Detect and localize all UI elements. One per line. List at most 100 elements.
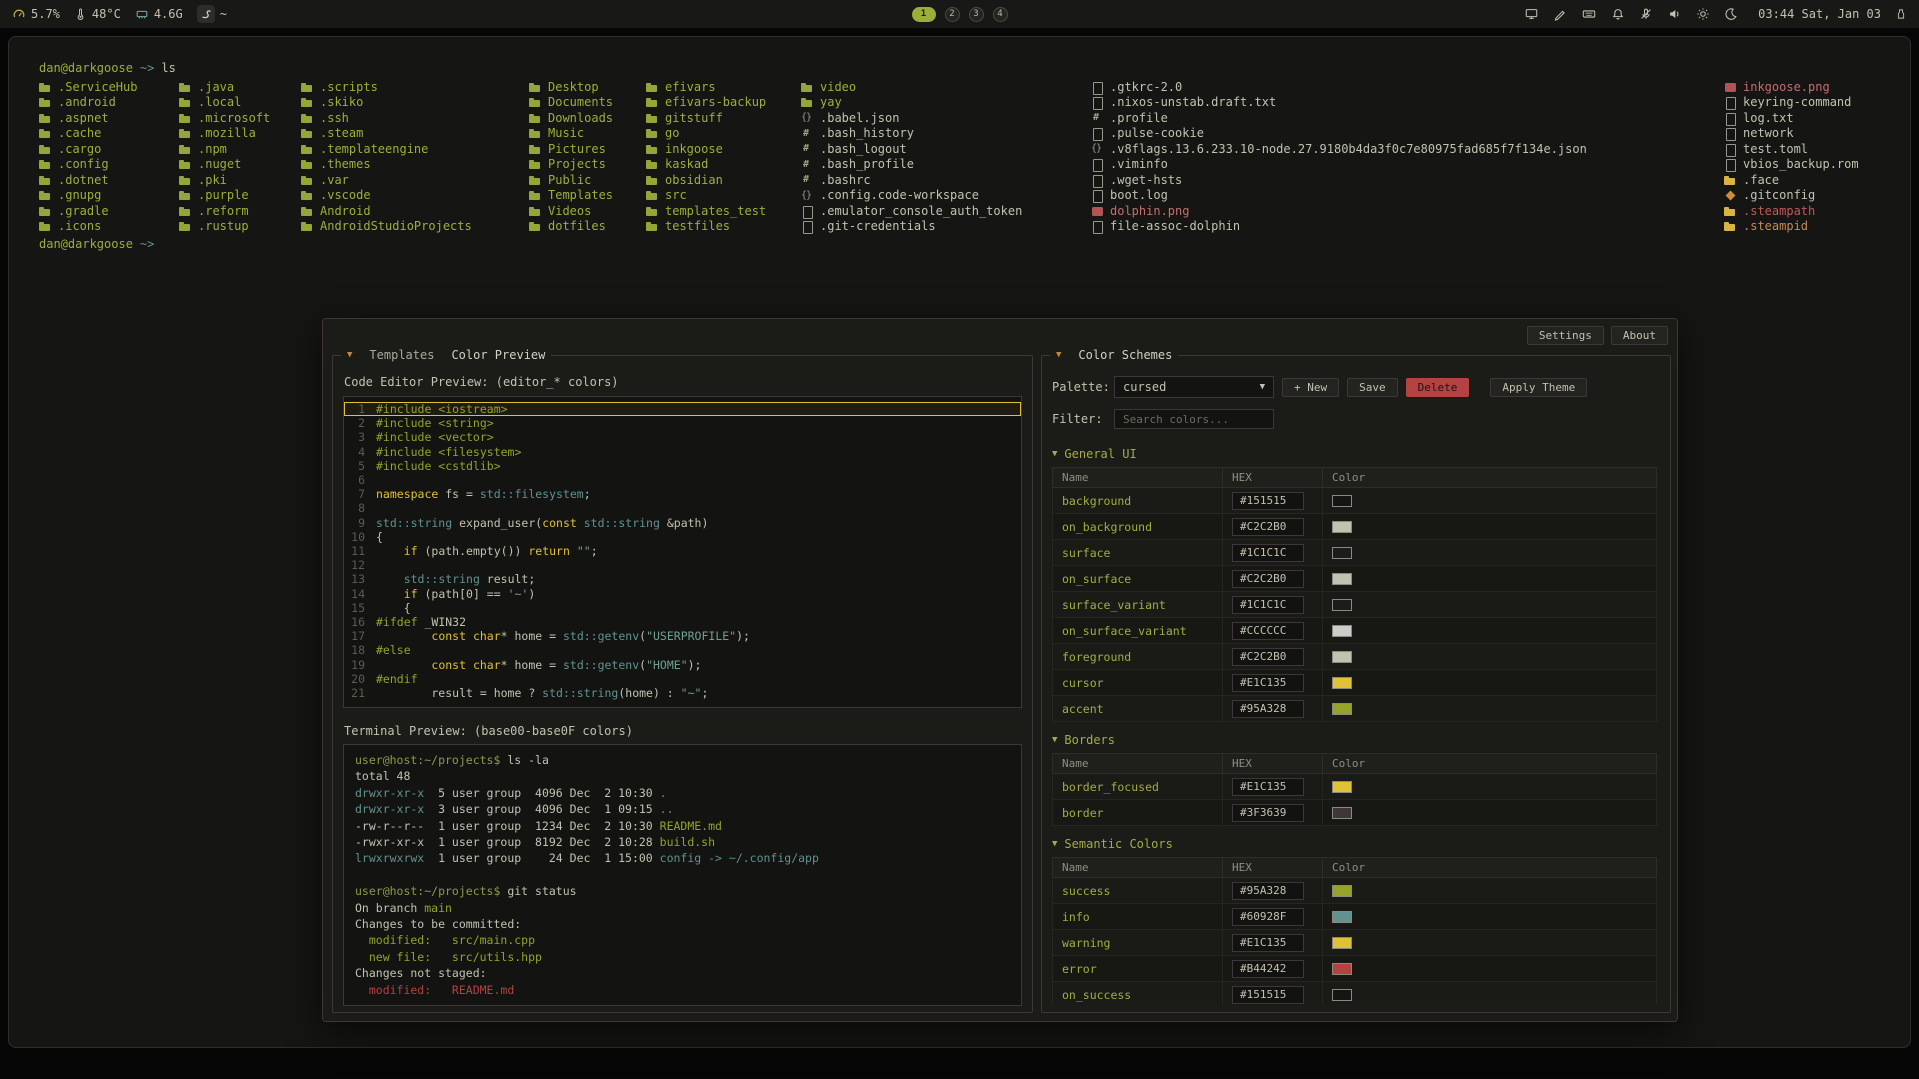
file-icon	[1724, 112, 1737, 124]
cpu-indicator: 5.7%	[12, 7, 60, 21]
line-number: 2	[344, 416, 376, 430]
file-name: file-assoc-dolphin	[1110, 219, 1240, 235]
line-number: 12	[344, 558, 376, 572]
save-button[interactable]: Save	[1347, 378, 1398, 397]
workspace-1[interactable]: 1	[912, 7, 936, 22]
hex-input[interactable]: #1C1C1C	[1232, 596, 1304, 614]
file-name: Desktop	[548, 80, 599, 96]
file-item: .bash_history	[801, 126, 1091, 142]
color-name: warning	[1053, 930, 1223, 956]
folder-icon	[179, 205, 192, 217]
color-swatch[interactable]	[1332, 989, 1352, 1001]
notification-bell-icon[interactable]	[1611, 7, 1625, 21]
section-header-general-ui[interactable]: ▼General UI	[1052, 447, 1657, 461]
file-item: .bash_profile	[801, 157, 1091, 173]
pen-icon[interactable]	[1553, 7, 1567, 21]
clock[interactable]: 03:44 Sat, Jan 03	[1758, 7, 1881, 21]
folder-icon	[39, 143, 52, 155]
color-swatch[interactable]	[1332, 677, 1352, 689]
tray-icon[interactable]	[1895, 7, 1907, 21]
file-name: .git-credentials	[820, 219, 936, 235]
settings-button[interactable]: Settings	[1527, 326, 1604, 345]
workspace-3[interactable]: 3	[969, 7, 984, 22]
new-palette-button[interactable]: + New	[1282, 378, 1339, 397]
about-button[interactable]: About	[1611, 326, 1668, 345]
color-swatch[interactable]	[1332, 651, 1352, 663]
line-number: 19	[344, 658, 376, 672]
color-swatch[interactable]	[1332, 703, 1352, 715]
file-item: dolphin.png	[1091, 204, 1724, 220]
hex-input[interactable]: #151515	[1232, 492, 1304, 510]
color-swatch[interactable]	[1332, 963, 1352, 975]
file-name: .microsoft	[198, 111, 270, 127]
hex-input[interactable]: #95A328	[1232, 700, 1304, 718]
color-row: accent#95A328	[1053, 696, 1657, 722]
section-header-borders[interactable]: ▼Borders	[1052, 733, 1657, 747]
hex-input[interactable]: #CCCCCC	[1232, 622, 1304, 640]
file-name: Templates	[548, 188, 613, 204]
file-icon	[1091, 81, 1104, 93]
collapse-triangle-icon[interactable]: ▼	[347, 348, 352, 362]
collapse-triangle-icon[interactable]: ▼	[1056, 348, 1061, 362]
code-line: 21 result = home ? std::string(home) : "…	[344, 686, 1021, 700]
brightness-icon[interactable]	[1696, 7, 1710, 21]
folder-icon	[801, 97, 814, 109]
volume-icon[interactable]	[1667, 7, 1682, 21]
color-swatch[interactable]	[1332, 807, 1352, 819]
hex-input[interactable]: #3F3639	[1232, 804, 1304, 822]
microphone-muted-icon[interactable]	[1639, 7, 1653, 21]
hex-input[interactable]: #C2C2B0	[1232, 518, 1304, 536]
line-number: 16	[344, 615, 376, 629]
hex-input[interactable]: #60928F	[1232, 908, 1304, 926]
delete-button[interactable]: Delete	[1406, 378, 1470, 397]
hex-input[interactable]: #B44242	[1232, 960, 1304, 978]
screen-icon[interactable]	[1524, 7, 1539, 21]
line-number: 4	[344, 445, 376, 459]
hex-input[interactable]: #E1C135	[1232, 778, 1304, 796]
color-schemes-title: Color Schemes	[1078, 348, 1172, 362]
tab-templates[interactable]: Templates	[369, 348, 434, 362]
color-swatch[interactable]	[1332, 521, 1352, 533]
hex-input[interactable]: #E1C135	[1232, 674, 1304, 692]
tab-color-preview[interactable]: Color Preview	[451, 348, 545, 362]
color-swatch[interactable]	[1332, 625, 1352, 637]
color-swatch[interactable]	[1332, 495, 1352, 507]
file-name: .bash_history	[820, 126, 914, 142]
folder-icon	[301, 159, 314, 171]
color-name: on_background	[1053, 514, 1223, 540]
file-name: .face	[1743, 173, 1779, 189]
hex-input[interactable]: #1C1C1C	[1232, 544, 1304, 562]
color-swatch[interactable]	[1332, 573, 1352, 585]
hex-input[interactable]: #C2C2B0	[1232, 570, 1304, 588]
color-schemes-legend: ▼ Color Schemes	[1050, 348, 1178, 362]
file-name: .v8flags.13.6.233.10-node.27.9180b4da3f0…	[1110, 142, 1587, 158]
palette-select[interactable]: cursed ▼	[1114, 376, 1274, 398]
file-item: keyring-command	[1724, 95, 1896, 111]
file-icon	[1091, 159, 1104, 171]
code-line: 13 std::string result;	[344, 572, 1021, 586]
column-header: Color	[1323, 858, 1657, 878]
workspace-4[interactable]: 4	[993, 7, 1008, 22]
code-line: 6	[344, 473, 1021, 487]
color-swatch[interactable]	[1332, 547, 1352, 559]
apply-theme-button[interactable]: Apply Theme	[1490, 378, 1587, 397]
workspace-2[interactable]: 2	[945, 7, 960, 22]
code-line: 8	[344, 501, 1021, 515]
color-swatch[interactable]	[1332, 885, 1352, 897]
color-swatch[interactable]	[1332, 937, 1352, 949]
filter-input[interactable]	[1114, 409, 1274, 429]
color-row: border_focused#E1C135	[1053, 774, 1657, 800]
hex-input[interactable]: #C2C2B0	[1232, 648, 1304, 666]
keyboard-icon[interactable]	[1581, 7, 1597, 21]
collapse-triangle-icon: ▼	[1052, 839, 1057, 849]
hex-input[interactable]: #151515	[1232, 986, 1304, 1004]
color-swatch[interactable]	[1332, 911, 1352, 923]
file-item: .aspnet	[39, 111, 179, 127]
hex-input[interactable]: #E1C135	[1232, 934, 1304, 952]
line-number: 14	[344, 587, 376, 601]
color-swatch[interactable]	[1332, 599, 1352, 611]
color-swatch[interactable]	[1332, 781, 1352, 793]
hex-input[interactable]: #95A328	[1232, 882, 1304, 900]
section-header-semantic-colors[interactable]: ▼Semantic Colors	[1052, 837, 1657, 851]
night-light-icon[interactable]	[1724, 7, 1738, 21]
